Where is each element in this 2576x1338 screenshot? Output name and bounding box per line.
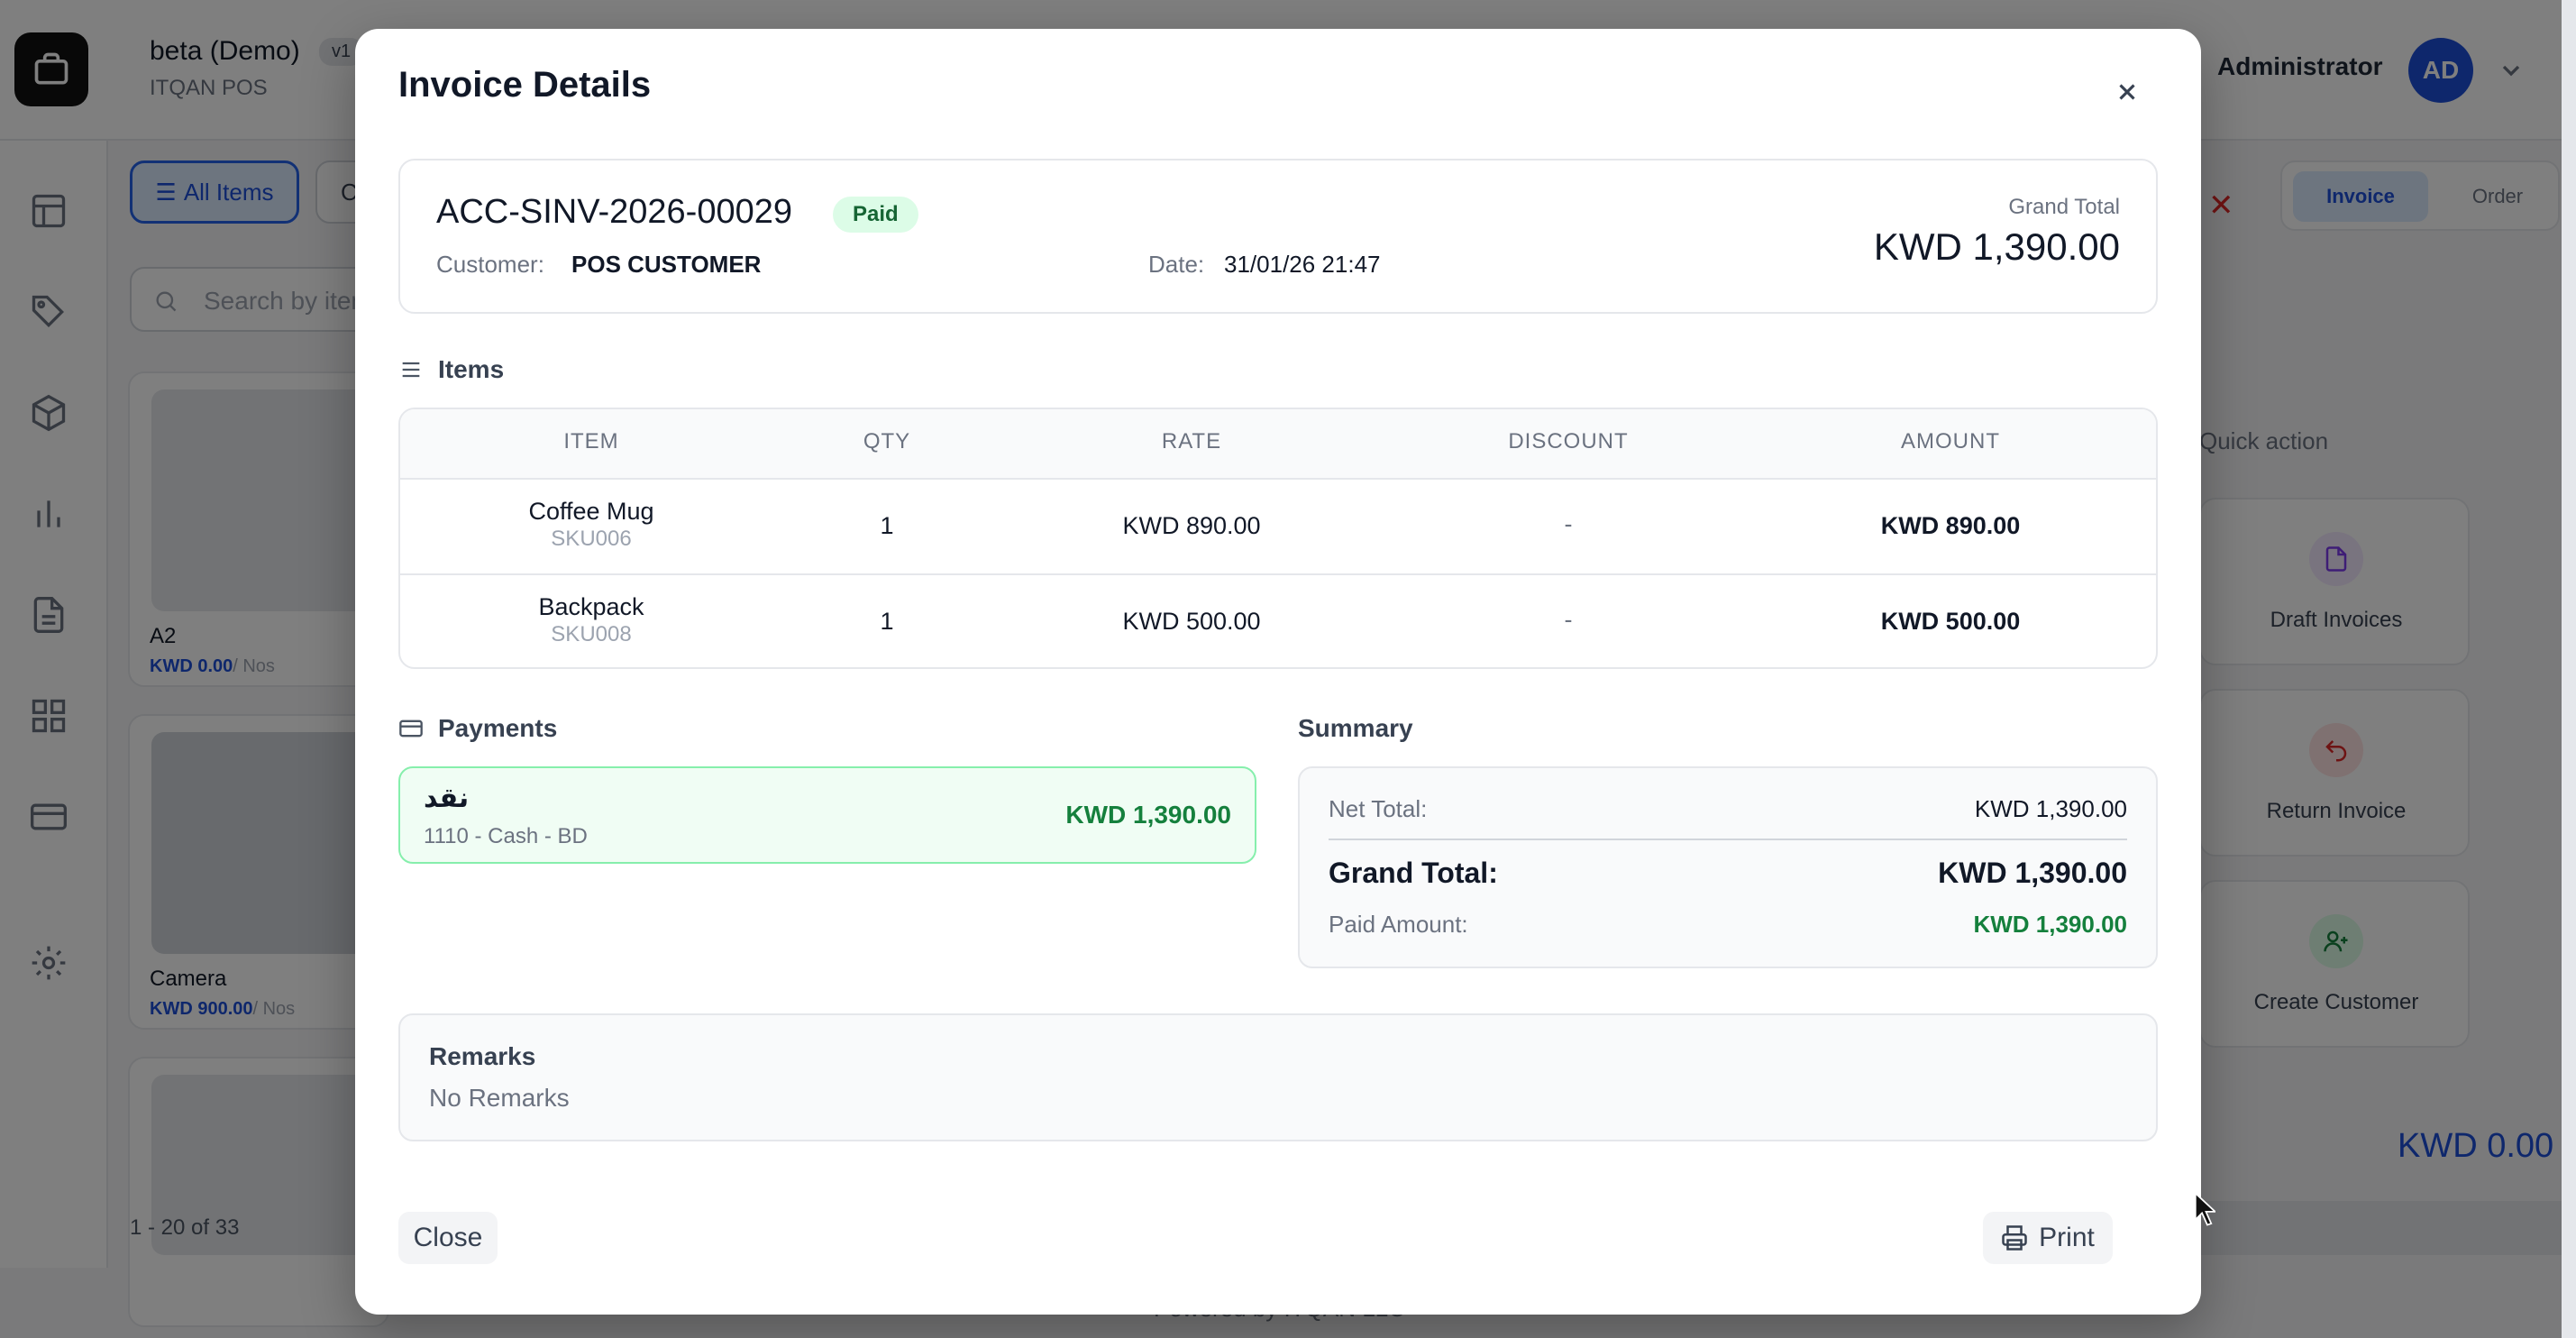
- item-discount: -: [1564, 606, 1573, 633]
- item-rate: KWD 500.00: [1122, 608, 1261, 635]
- customer-value: POS CUSTOMER: [571, 251, 762, 278]
- grand-total-value: KWD 1,390.00: [1873, 225, 2120, 268]
- net-total-row: Net Total: KWD 1,390.00: [1329, 795, 2127, 823]
- item-sku: SKU006: [551, 527, 632, 551]
- remarks-card: Remarks No Remarks: [398, 1013, 2158, 1141]
- invoice-header-card: ACC-SINV-2026-00029 Paid Customer: POS C…: [398, 159, 2158, 314]
- grand-total-label: Grand Total:: [1329, 857, 1498, 889]
- table-header: ITEM QTY RATE DISCOUNT AMOUNT: [400, 409, 2156, 480]
- net-total-label: Net Total:: [1329, 795, 1428, 822]
- print-button[interactable]: Print: [1983, 1212, 2113, 1264]
- item-qty: 1: [880, 512, 894, 539]
- credit-card-icon: [399, 719, 423, 738]
- item-qty: 1: [880, 608, 894, 635]
- item-name: Coffee Mug: [528, 498, 654, 525]
- grand-total-value: KWD 1,390.00: [1938, 857, 2127, 889]
- payment-row: نقد 1110 - Cash - BD KWD 1,390.00: [398, 766, 1256, 864]
- scrollbar[interactable]: [2562, 0, 2576, 1338]
- grand-total-label: Grand Total: [2008, 195, 2120, 219]
- item-sku: SKU008: [551, 622, 632, 646]
- items-table: ITEM QTY RATE DISCOUNT AMOUNT Coffee Mug…: [398, 408, 2158, 669]
- payments-heading: Payments: [398, 714, 557, 743]
- paid-amount-value: KWD 1,390.00: [1973, 911, 2127, 938]
- divider: [1329, 839, 2127, 840]
- column-header: ITEM: [563, 429, 619, 454]
- items-heading: Items: [398, 355, 504, 384]
- summary-card: Net Total: KWD 1,390.00 Grand Total: KWD…: [1298, 766, 2158, 968]
- date-label: Date:: [1148, 251, 1205, 278]
- net-total-value: KWD 1,390.00: [1974, 795, 2127, 822]
- column-header: QTY: [863, 429, 911, 454]
- paid-amount-row: Paid Amount: KWD 1,390.00: [1329, 911, 2127, 939]
- customer-label: Customer:: [436, 251, 544, 278]
- item-discount: -: [1564, 510, 1573, 537]
- column-header: AMOUNT: [1901, 429, 2000, 454]
- item-amount: KWD 500.00: [1880, 608, 2021, 635]
- printer-icon: [2002, 1225, 2027, 1251]
- print-label: Print: [2039, 1223, 2095, 1252]
- remarks-heading: Remarks: [429, 1042, 536, 1070]
- status-badge: Paid: [833, 197, 918, 233]
- table-row: Coffee Mug SKU006 1 KWD 890.00 - KWD 890…: [400, 480, 2156, 575]
- item-amount: KWD 890.00: [1880, 512, 2021, 539]
- column-header: RATE: [1161, 429, 1222, 454]
- payment-amount: KWD 1,390.00: [1065, 801, 1231, 829]
- summary-heading: Summary: [1298, 714, 1413, 742]
- modal-title: Invoice Details: [398, 65, 652, 105]
- item-name: Backpack: [538, 593, 644, 620]
- invoice-number: ACC-SINV-2026-00029: [436, 193, 792, 231]
- list-icon: [402, 362, 420, 378]
- grand-total-row: Grand Total: KWD 1,390.00: [1329, 857, 2127, 890]
- column-header: DISCOUNT: [1508, 429, 1629, 454]
- payment-account: 1110 - Cash - BD: [424, 824, 588, 848]
- remarks-value: No Remarks: [429, 1084, 570, 1112]
- payment-mode: نقد: [424, 784, 470, 813]
- table-row: Backpack SKU008 1 KWD 500.00 - KWD 500.0…: [400, 575, 2156, 667]
- mouse-cursor-icon: [2194, 1192, 2215, 1226]
- close-button[interactable]: Close: [398, 1212, 498, 1264]
- date-value: 31/01/26 21:47: [1224, 251, 1381, 278]
- close-icon[interactable]: [2104, 69, 2151, 115]
- paid-amount-label: Paid Amount:: [1329, 911, 1468, 938]
- item-rate: KWD 890.00: [1122, 512, 1261, 539]
- invoice-details-modal: Invoice Details ACC-SINV-2026-00029 Paid…: [355, 29, 2201, 1315]
